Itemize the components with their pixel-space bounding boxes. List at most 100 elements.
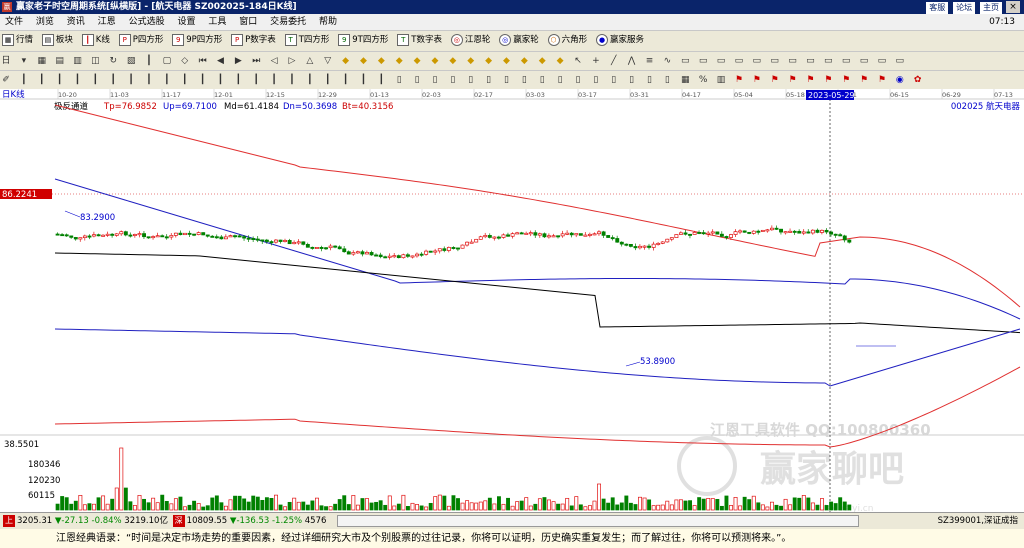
draw-bar-icon[interactable]: ┃ (340, 74, 352, 86)
diamond-yellow-icon[interactable]: ◆ (358, 55, 370, 67)
calc-icon[interactable]: ▦ (679, 74, 691, 86)
arrow-right-icon[interactable]: ▷ (286, 55, 298, 67)
draw-bar-icon[interactable]: ┃ (286, 74, 298, 86)
flag-icon[interactable]: ⚑ (858, 74, 870, 86)
box-icon[interactable]: ▭ (840, 55, 852, 67)
rect-icon[interactable]: ▯ (572, 74, 584, 86)
bar-icon[interactable]: ┃ (143, 55, 155, 67)
draw-bar-icon[interactable]: ┃ (125, 74, 137, 86)
wave-icon[interactable]: ∿ (661, 55, 673, 67)
rect-icon[interactable]: ▯ (411, 74, 423, 86)
tb-service[interactable]: ● 赢家服务 (594, 31, 648, 49)
rect-icon[interactable]: ▯ (590, 74, 602, 86)
square-icon[interactable]: ▢ (161, 55, 173, 67)
box-icon[interactable]: ▭ (822, 55, 834, 67)
draw-bar-icon[interactable]: ┃ (375, 74, 387, 86)
diamond-yellow-icon[interactable]: ◆ (429, 55, 441, 67)
rect-icon[interactable]: ▯ (518, 74, 530, 86)
fib-icon[interactable]: ≡ (644, 55, 656, 67)
flag-icon[interactable]: ⚑ (804, 74, 816, 86)
rect-icon[interactable]: ▯ (429, 74, 441, 86)
diamond-yellow-icon[interactable]: ◆ (465, 55, 477, 67)
draw-bar-icon[interactable]: ┃ (161, 74, 173, 86)
box-icon[interactable]: ▭ (697, 55, 709, 67)
box-icon[interactable]: ▭ (769, 55, 781, 67)
draw-bar-icon[interactable]: ┃ (179, 74, 191, 86)
line-tool-icon[interactable]: ╱ (608, 55, 620, 67)
draw-bar-icon[interactable]: ┃ (304, 74, 316, 86)
diamond-yellow-icon[interactable]: ◆ (554, 55, 566, 67)
tb-9p-square[interactable]: 9 9P四方形 (170, 31, 226, 49)
diamond-yellow-icon[interactable]: ◆ (375, 55, 387, 67)
menu-tools[interactable]: 工具 (203, 14, 231, 30)
list-icon[interactable]: ▤ (54, 55, 66, 67)
flag-icon[interactable]: ⚑ (751, 74, 763, 86)
rect-icon[interactable]: ▯ (644, 74, 656, 86)
diamond-yellow-icon[interactable]: ◆ (393, 55, 405, 67)
flag-icon[interactable]: ⚑ (822, 74, 834, 86)
flag-icon[interactable]: ⚑ (769, 74, 781, 86)
rect-icon[interactable]: ▯ (554, 74, 566, 86)
draw-bar-icon[interactable]: ┃ (54, 74, 66, 86)
tb-sector[interactable]: ▤ 板块 (40, 31, 77, 49)
draw-bar-icon[interactable]: ┃ (322, 74, 334, 86)
rect-icon[interactable]: ▯ (536, 74, 548, 86)
draw-bar-icon[interactable]: ┃ (268, 74, 280, 86)
status-scrollbar[interactable] (337, 515, 860, 527)
chart-area[interactable]: 日K线 10-20 11-03 11-17 12-01 12-15 12-29 01-13 0… (0, 89, 1024, 514)
nav-first-icon[interactable]: ⏮ (197, 55, 209, 67)
diamond-yellow-icon[interactable]: ◆ (340, 55, 352, 67)
box-icon[interactable]: ▭ (751, 55, 763, 67)
link-luntan[interactable]: 论坛 (953, 2, 976, 14)
diamond-yellow-icon[interactable]: ◆ (447, 55, 459, 67)
draw-bar-icon[interactable]: ┃ (18, 74, 30, 86)
rect-icon[interactable]: ▯ (465, 74, 477, 86)
kline-chart[interactable]: 日K线 10-20 11-03 11-17 12-01 12-15 12-29 01-13 0… (0, 89, 1024, 514)
box-icon[interactable]: ▭ (715, 55, 727, 67)
draw-bar-icon[interactable]: ┃ (358, 74, 370, 86)
sz-index[interactable]: 10809.55 (187, 516, 228, 526)
tb-winner-wheel[interactable]: ◎ 赢家轮 (497, 31, 543, 49)
nav-left-icon[interactable]: ◀ (215, 55, 227, 67)
draw-bar-icon[interactable]: ┃ (250, 74, 262, 86)
zigzag-icon[interactable]: ⋀ (626, 55, 638, 67)
link-kefu[interactable]: 客服 (926, 2, 949, 14)
stats-icon[interactable]: ▥ (715, 74, 727, 86)
tb-kline[interactable]: ┃ K线 (80, 31, 114, 49)
split-icon[interactable]: ◫ (89, 55, 101, 67)
rect-icon[interactable]: ▯ (608, 74, 620, 86)
box-icon[interactable]: ▭ (876, 55, 888, 67)
diamond-icon[interactable]: ◇ (179, 55, 191, 67)
tb-t-table[interactable]: T T数字表 (395, 31, 446, 49)
flag-icon[interactable]: ⚑ (876, 74, 888, 86)
menu-help[interactable]: 帮助 (314, 14, 342, 30)
rect-icon[interactable]: ▯ (447, 74, 459, 86)
chart-icon[interactable]: ▧ (125, 55, 137, 67)
draw-bar-icon[interactable]: ┃ (143, 74, 155, 86)
diamond-yellow-icon[interactable]: ◆ (483, 55, 495, 67)
globe-icon[interactable]: ◉ (894, 74, 906, 86)
draw-bar-icon[interactable]: ┃ (197, 74, 209, 86)
box-icon[interactable]: ▭ (858, 55, 870, 67)
tb-9t-square[interactable]: 9 9T四方形 (336, 31, 392, 49)
flag-icon[interactable]: ⚑ (787, 74, 799, 86)
menu-file[interactable]: 文件 (0, 14, 28, 30)
menu-info[interactable]: 资讯 (62, 14, 90, 30)
box-icon[interactable]: ▭ (894, 55, 906, 67)
close-button[interactable]: × (1006, 1, 1020, 13)
dropdown-icon[interactable]: ▾ (18, 55, 30, 67)
percent-icon[interactable]: % (697, 74, 709, 86)
tb-p-table[interactable]: P P数字表 (229, 31, 280, 49)
draw-bar-icon[interactable]: ┃ (36, 74, 48, 86)
box-icon[interactable]: ▭ (804, 55, 816, 67)
draw-bar-icon[interactable]: ┃ (107, 74, 119, 86)
tb-t-square[interactable]: T T四方形 (283, 31, 334, 49)
rect-icon[interactable]: ▯ (483, 74, 495, 86)
nav-last-icon[interactable]: ⏭ (250, 55, 262, 67)
tb-hexagon[interactable]: ⬡ 六角形 (546, 31, 592, 49)
box-icon[interactable]: ▭ (787, 55, 799, 67)
sh-index[interactable]: 3205.31 (17, 516, 52, 526)
diamond-yellow-icon[interactable]: ◆ (536, 55, 548, 67)
cycle-icon[interactable]: ↻ (107, 55, 119, 67)
tb-p-square[interactable]: P P四方形 (117, 31, 168, 49)
